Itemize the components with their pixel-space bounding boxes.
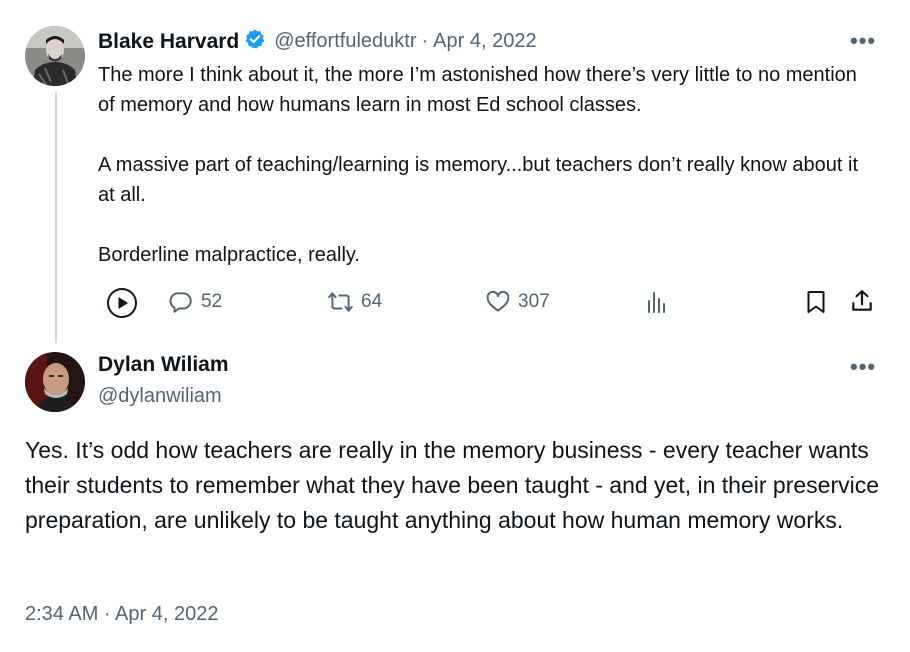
tweet-paragraph: Borderline malpractice, really. bbox=[98, 244, 360, 266]
author-name[interactable]: Dylan Wiliam bbox=[98, 353, 229, 377]
tweet-paragraph: The more I think about it, the more I’m … bbox=[98, 64, 857, 116]
reply-count: 52 bbox=[201, 291, 223, 312]
avatar-dylan-wiliam[interactable] bbox=[25, 352, 85, 412]
tweet-text: Yes. It’s odd how teachers are really in… bbox=[25, 437, 880, 533]
like-count: 307 bbox=[518, 291, 550, 312]
repost-button[interactable]: 64 bbox=[327, 289, 382, 315]
author-name[interactable]: Blake Harvard bbox=[98, 30, 239, 54]
author-handle[interactable]: @effortfuleduktr bbox=[274, 30, 416, 53]
verified-badge-icon[interactable] bbox=[244, 28, 266, 55]
play-icon bbox=[106, 287, 138, 319]
tweet-date[interactable]: Apr 4, 2022 bbox=[433, 30, 536, 53]
header-separator: · bbox=[421, 30, 429, 52]
avatar-blake-harvard[interactable] bbox=[25, 26, 85, 86]
more-icon[interactable]: ••• bbox=[850, 354, 876, 380]
tweet-timestamp[interactable]: 2:34 AM · Apr 4, 2022 bbox=[25, 603, 218, 626]
like-button[interactable]: 307 bbox=[485, 289, 550, 315]
bookmark-button[interactable] bbox=[805, 289, 827, 315]
bookmark-icon bbox=[805, 289, 827, 315]
tweet-header: Blake Harvard @effortfuleduktr · Apr 4, … bbox=[98, 28, 537, 55]
tweet-paragraph: A massive part of teaching/learning is m… bbox=[98, 154, 859, 206]
share-icon bbox=[849, 288, 875, 314]
like-icon bbox=[485, 289, 511, 315]
reply-button[interactable]: 52 bbox=[168, 289, 222, 315]
repost-icon bbox=[327, 289, 354, 315]
reply-icon bbox=[168, 289, 194, 315]
tweet-text: The more I think about it, the more I’m … bbox=[98, 60, 878, 270]
more-icon[interactable]: ••• bbox=[850, 28, 876, 54]
thread-line bbox=[55, 92, 57, 343]
author-handle[interactable]: @dylanwiliam bbox=[98, 385, 222, 408]
repost-count: 64 bbox=[361, 291, 383, 312]
play-button[interactable] bbox=[106, 287, 138, 319]
views-icon bbox=[646, 289, 668, 315]
share-button[interactable] bbox=[849, 288, 875, 314]
views-button[interactable] bbox=[646, 289, 668, 315]
